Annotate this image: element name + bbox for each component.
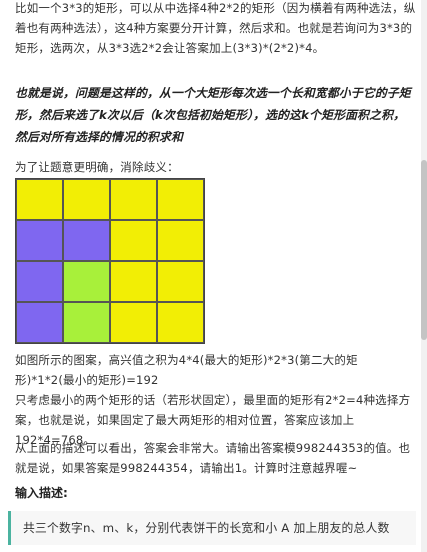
paragraph-modulo: 从上面的描述可以看出，答案会非常大。请输出答案模998244353的值。也就是说… [15, 441, 411, 475]
grid-cell [63, 179, 110, 220]
grid-cell [63, 302, 110, 343]
rectangle-grid [15, 178, 205, 344]
grid-cell [157, 220, 204, 261]
grid-cell [157, 179, 204, 220]
grid-cell [110, 220, 157, 261]
paragraph-figure-explanation: 如图所示的图案，高兴值之积为4*4(最大的矩形)*2*3(第二大的矩形)*1*2… [15, 353, 358, 387]
paragraph-emphasis: 也就是说，问题是这样的，从一个大矩形每次选一个长和宽都小于它的子矩形，然后来选了… [15, 86, 411, 144]
grid-cell [63, 261, 110, 302]
grid-cell [157, 302, 204, 343]
grid-cell [110, 302, 157, 343]
grid-cell [16, 179, 63, 220]
vertical-scrollbar[interactable] [421, 0, 427, 552]
paragraph-clarify: 为了让题意更明确，消除歧义： [15, 160, 179, 174]
grid-cell [16, 220, 63, 261]
rectangle-figure [15, 178, 205, 344]
grid-cell [110, 261, 157, 302]
scrollbar-thumb[interactable] [421, 160, 427, 340]
input-description-text: 共三个数字n、m、k，分别代表饼干的长宽和小 A 加上朋友的总人数 [23, 521, 390, 535]
grid-cell [16, 302, 63, 343]
grid-cell [157, 261, 204, 302]
grid-cell [63, 220, 110, 261]
grid-cell [16, 261, 63, 302]
input-description-heading: 输入描述: [15, 486, 68, 500]
input-description-block: 共三个数字n、m、k，分别代表饼干的长宽和小 A 加上朋友的总人数 [8, 511, 416, 545]
paragraph-example: 比如一个3*3的矩形，可以从中选择4种2*2的矩形（因为横着有两种选法，纵着也有… [15, 1, 416, 55]
grid-cell [110, 179, 157, 220]
